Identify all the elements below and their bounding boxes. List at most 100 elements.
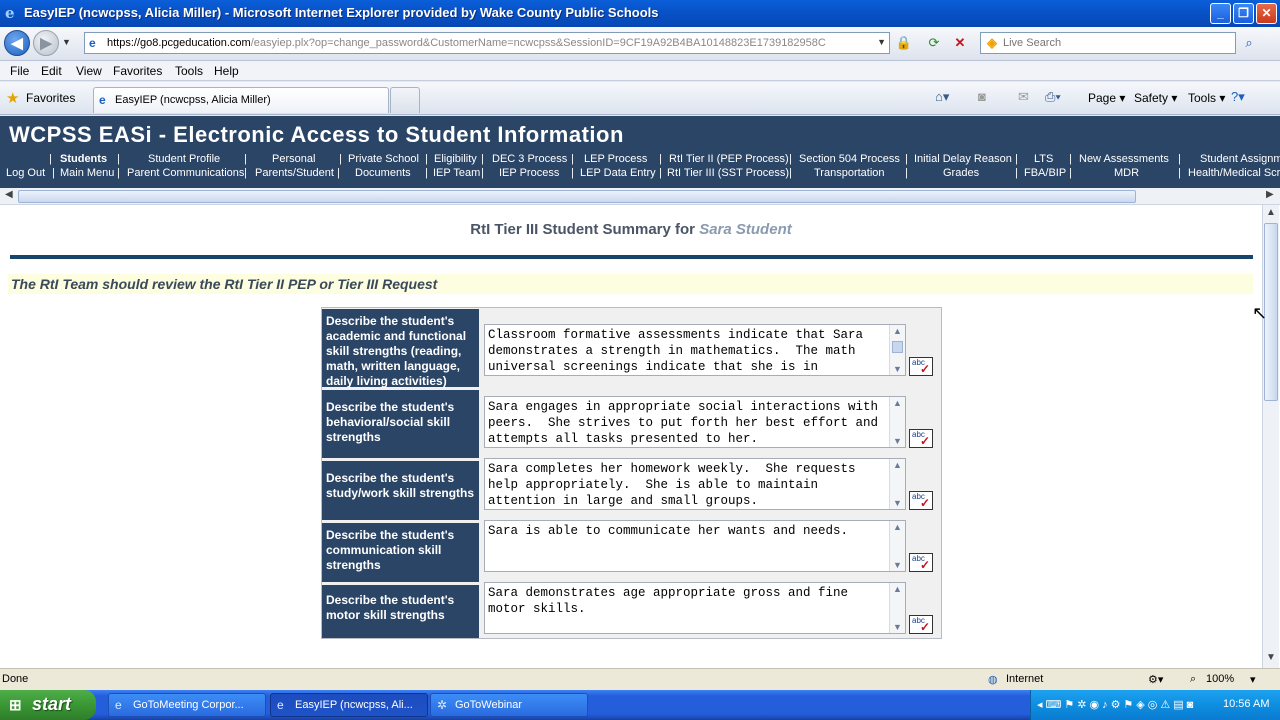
clock[interactable]: 10:56 AM bbox=[1223, 698, 1269, 710]
menu-favorites[interactable]: Favorites bbox=[113, 64, 162, 78]
taskbar-item-gotomeeting[interactable]: e GoToMeeting Corpor... bbox=[108, 693, 266, 717]
nav-students[interactable]: Students bbox=[60, 153, 107, 165]
textarea-scrollbar[interactable]: ▲ ▼ bbox=[889, 521, 905, 571]
menu-edit[interactable]: Edit bbox=[41, 64, 62, 78]
motor-strengths-textarea[interactable]: Sara demonstrates age appropriate gross … bbox=[484, 582, 906, 634]
nav-rti-tier-ii[interactable]: RtI Tier II (PEP Process) bbox=[669, 153, 789, 165]
tab-easyiep[interactable]: e EasyIEP (ncwcpss, Alicia Miller) bbox=[93, 87, 389, 113]
nav-grades[interactable]: Grades bbox=[943, 167, 979, 179]
zoom-dropdown-icon[interactable]: ▾ bbox=[1250, 673, 1256, 686]
menu-file[interactable]: File bbox=[10, 64, 29, 78]
nav-initial-delay[interactable]: Initial Delay Reason bbox=[914, 153, 1012, 165]
menu-view[interactable]: View bbox=[76, 64, 102, 78]
scroll-down-icon[interactable]: ▼ bbox=[1266, 652, 1276, 663]
taskbar-item-easyiep[interactable]: e EasyIEP (ncwcpss, Ali... bbox=[270, 693, 428, 717]
address-bar[interactable]: e https://go8.pcgeducation.com/easyiep.p… bbox=[84, 32, 890, 54]
spell-check-button[interactable]: abc ✓ bbox=[909, 491, 933, 510]
nav-student-profile[interactable]: Student Profile bbox=[148, 153, 220, 165]
spell-check-button[interactable]: abc ✓ bbox=[909, 357, 933, 376]
nav-personal[interactable]: Personal bbox=[272, 153, 315, 165]
menu-tools[interactable]: Tools bbox=[175, 64, 203, 78]
nav-iep-process[interactable]: IEP Process bbox=[499, 167, 559, 179]
protected-mode-icon[interactable]: ⚙▾ bbox=[1148, 673, 1163, 686]
nav-lep-data-entry[interactable]: LEP Data Entry bbox=[580, 167, 656, 179]
page-content: WCPSS EASi - Electronic Access to Studen… bbox=[0, 116, 1280, 668]
vertical-scrollbar[interactable]: ▲ ▼ bbox=[1262, 205, 1279, 668]
search-box[interactable]: ◈ bbox=[980, 32, 1236, 54]
home-icon[interactable]: ⌂▾ bbox=[935, 89, 949, 105]
lock-icon[interactable]: 🔒 bbox=[894, 33, 914, 53]
scroll-left-icon[interactable]: ◀ bbox=[5, 189, 13, 200]
start-button[interactable]: ⊞ start bbox=[0, 690, 96, 720]
spell-check-button[interactable]: abc ✓ bbox=[909, 553, 933, 572]
study-work-strengths-textarea[interactable]: Sara completes her homework weekly. She … bbox=[484, 458, 906, 510]
taskbar-item-gotowebinar[interactable]: ✲ GoToWebinar bbox=[430, 693, 588, 717]
check-icon: ✓ bbox=[919, 496, 930, 510]
back-button[interactable]: ◀ bbox=[4, 30, 30, 56]
app-banner: WCPSS EASi - Electronic Access to Studen… bbox=[0, 116, 1280, 188]
url-text[interactable]: https://go8.pcgeducation.com/easyiep.plx… bbox=[107, 37, 826, 49]
textarea-scrollbar[interactable]: ▲ ▼ bbox=[889, 583, 905, 633]
page-menu[interactable]: Page ▾ bbox=[1088, 91, 1125, 105]
new-tab-button[interactable] bbox=[390, 87, 420, 113]
nav-mdr[interactable]: MDR bbox=[1114, 167, 1139, 179]
history-dropdown-icon[interactable]: ▼ bbox=[62, 37, 71, 47]
divider bbox=[10, 255, 1253, 259]
minimize-button[interactable]: _ bbox=[1210, 3, 1231, 24]
academic-strengths-textarea[interactable]: Classroom formative assessments indicate… bbox=[484, 324, 906, 376]
textarea-scrollbar[interactable]: ▲ ▼ bbox=[889, 325, 905, 375]
window-title-bar[interactable]: e EasyIEP (ncwcpss, Alicia Miller) - Mic… bbox=[0, 0, 1280, 27]
favorites-button[interactable]: Favorites bbox=[26, 91, 75, 105]
menu-help[interactable]: Help bbox=[214, 64, 239, 78]
nav-lep-process[interactable]: LEP Process bbox=[584, 153, 647, 165]
nav-health-medical[interactable]: Health/Medical Scre bbox=[1188, 167, 1280, 179]
ie-icon: e bbox=[277, 698, 284, 712]
nav-rti-tier-iii[interactable]: RtI Tier III (SST Process) bbox=[667, 167, 789, 179]
scroll-up-icon[interactable]: ▲ bbox=[1266, 207, 1276, 218]
nav-log-out[interactable]: Log Out bbox=[6, 167, 45, 179]
nav-transportation[interactable]: Transportation bbox=[814, 167, 885, 179]
print-icon[interactable]: ⎙▾ bbox=[1045, 89, 1061, 105]
close-button[interactable]: ✕ bbox=[1256, 3, 1277, 24]
nav-documents[interactable]: Documents bbox=[355, 167, 411, 179]
nav-student-assignment[interactable]: Student Assignm bbox=[1200, 153, 1280, 165]
nav-section-504[interactable]: Section 504 Process bbox=[799, 153, 900, 165]
horizontal-scroll-thumb[interactable] bbox=[18, 190, 1136, 203]
favorites-star-icon[interactable]: ★ bbox=[6, 89, 19, 107]
refresh-icon[interactable]: ⟳ bbox=[924, 33, 944, 53]
stop-icon[interactable]: ✕ bbox=[950, 33, 970, 53]
page-icon: e bbox=[89, 36, 96, 50]
nav-fba-bip[interactable]: FBA/BIP bbox=[1024, 167, 1066, 179]
mail-icon[interactable]: ✉ bbox=[1018, 89, 1029, 105]
restore-button[interactable]: ❐ bbox=[1233, 3, 1254, 24]
nav-lts[interactable]: LTS bbox=[1034, 153, 1053, 165]
nav-parents-student[interactable]: Parents/Student bbox=[255, 167, 334, 179]
forward-button[interactable]: ▶ bbox=[33, 30, 59, 56]
tools-menu[interactable]: Tools ▾ bbox=[1188, 91, 1225, 105]
horizontal-scrollbar[interactable]: ◀ ▶ bbox=[0, 188, 1280, 205]
behavioral-strengths-textarea[interactable]: Sara engages in appropriate social inter… bbox=[484, 396, 906, 448]
gotowebinar-icon: ✲ bbox=[437, 698, 448, 712]
safety-menu[interactable]: Safety ▾ bbox=[1134, 91, 1177, 105]
scroll-right-icon[interactable]: ▶ bbox=[1266, 189, 1274, 200]
zoom-level[interactable]: 100% bbox=[1206, 673, 1234, 685]
feeds-icon[interactable]: ◙ bbox=[978, 89, 986, 104]
help-icon[interactable]: ?▾ bbox=[1231, 89, 1245, 105]
textarea-scrollbar[interactable]: ▲ ▼ bbox=[889, 397, 905, 447]
nav-private-school[interactable]: Private School bbox=[348, 153, 419, 165]
spell-check-button[interactable]: abc ✓ bbox=[909, 429, 933, 448]
nav-dec3-process[interactable]: DEC 3 Process bbox=[492, 153, 567, 165]
zoom-icon[interactable]: ⌕ bbox=[1190, 673, 1196, 686]
nav-iep-team[interactable]: IEP Team bbox=[433, 167, 480, 179]
url-dropdown-icon[interactable]: ▼ bbox=[877, 37, 886, 47]
spell-check-button[interactable]: abc ✓ bbox=[909, 615, 933, 634]
nav-eligibility[interactable]: Eligibility bbox=[434, 153, 477, 165]
nav-new-assessments[interactable]: New Assessments bbox=[1079, 153, 1169, 165]
textarea-scrollbar[interactable]: ▲ ▼ bbox=[889, 459, 905, 509]
communication-strengths-textarea[interactable]: Sara is able to communicate her wants an… bbox=[484, 520, 906, 572]
nav-parent-communications[interactable]: Parent Communications bbox=[127, 167, 244, 179]
search-button[interactable]: ⌕ bbox=[1238, 33, 1260, 53]
tray-icons[interactable]: ◂⌨⚑✲◉♪⚙⚑◈◎⚠▤◙ bbox=[1037, 698, 1196, 711]
nav-main-menu[interactable]: Main Menu bbox=[60, 167, 114, 179]
search-input[interactable] bbox=[1003, 35, 1231, 51]
